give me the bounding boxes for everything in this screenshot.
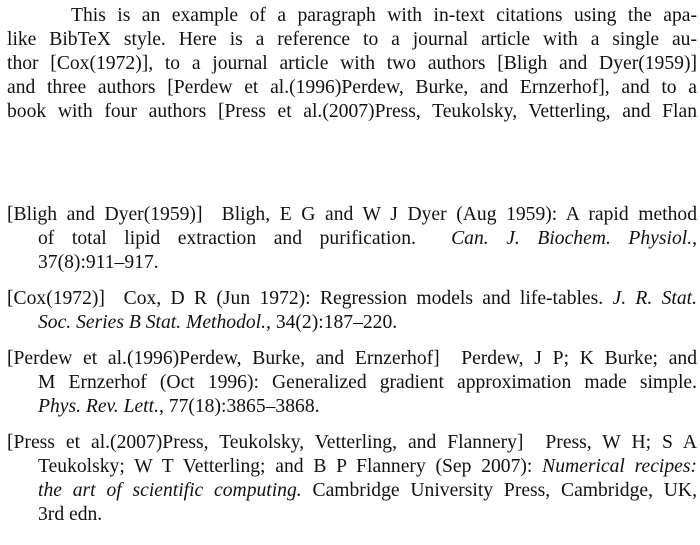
bib-book-title: the art of scientific computing. [38,480,302,501]
paragraph-line: This is an example of a paragraph with i… [71,5,697,26]
bib-label: [Bligh and Dyer(1959)] [7,204,203,225]
bib-entry-line: 37(8):911–917. [38,252,159,273]
bib-label: [Press et al.(2007)Press, Teukolsky, Vet… [7,432,524,453]
bib-journal: Soc. Series B Stat. Methodol. [38,312,267,333]
bib-authors-title: Cox, D R (Jun 1972): Regression models a… [123,288,604,309]
bib-entry-cox: [Cox(1972)] Cox, D R (Jun 1972): Regress… [7,287,697,335]
bib-entry-line: [Press et al.(2007)Press, Teukolsky, Vet… [7,431,697,455]
bib-journal: Phys. Rev. Lett. [38,396,159,417]
body-paragraph: This is an example of a paragraph with i… [7,4,697,124]
bib-label: [Cox(1972)] [7,288,105,309]
paragraph-line: thor [Cox(1972)], to a journal article w… [7,53,697,74]
bib-authors: Press, W H; S A [545,432,697,453]
bib-label: [Perdew et al.(1996)Perdew, Burke, and E… [7,348,440,369]
bib-journal: J. R. Stat. [612,288,698,309]
paragraph-line: like BibTeX style. Here is a reference t… [7,29,697,50]
paragraph-line: and three authors [Perdew et al.(1996)Pe… [7,77,697,98]
bib-entry-line: [Perdew et al.(1996)Perdew, Burke, and E… [7,347,697,371]
bib-entry-press: [Press et al.(2007)Press, Teukolsky, Vet… [7,431,697,527]
bib-entry-line: Soc. Series B Stat. Methodol., 34(2):187… [7,311,697,335]
bib-entry-perdew: [Perdew et al.(1996)Perdew, Burke, and E… [7,347,697,419]
bib-book-title: Numerical recipes: [542,456,698,477]
bib-title: of total lipid extraction and purificati… [38,228,416,249]
bib-entry-line: [Bligh and Dyer(1959)] Bligh, E G and W … [7,203,697,227]
bibliography: [Bligh and Dyer(1959)] Bligh, E G and W … [7,203,697,539]
bib-entry-bligh-dyer: [Bligh and Dyer(1959)] Bligh, E G and W … [7,203,697,275]
bib-entry-line: the art of scientific computing. Cambrid… [7,479,697,503]
bib-entry-line: Phys. Rev. Lett., 77(18):3865–3868. [7,395,697,419]
bib-punct: , [692,228,697,249]
bib-authors: Teukolsky; W T Vetterling; and B P Flann… [38,456,533,477]
bib-publisher: Cambridge University Press, Cambridge, U… [312,480,697,501]
paragraph-line: book with four authors [Press et al.(200… [7,101,697,122]
bib-volume-pages: , 77(18):3865–3868. [158,396,320,417]
bib-entry-line: [Cox(1972)] Cox, D R (Jun 1972): Regress… [7,287,697,311]
bib-entry-line: Teukolsky; W T Vetterling; and B P Flann… [7,455,697,479]
bib-entry-line: M Ernzerhof (Oct 1996): Generalized grad… [38,372,697,393]
bib-authors: Perdew, J P; K Burke; and [461,348,697,369]
bib-entry-line: of total lipid extraction and purificati… [7,227,697,251]
bib-journal: Can. J. Biochem. Physiol. [451,228,693,249]
bib-entry-line: 3rd edn. [38,504,103,525]
bib-volume-pages: , 34(2):187–220. [266,312,398,333]
bib-authors: Bligh, E G and W J Dyer (Aug 1959): A ra… [221,204,698,225]
